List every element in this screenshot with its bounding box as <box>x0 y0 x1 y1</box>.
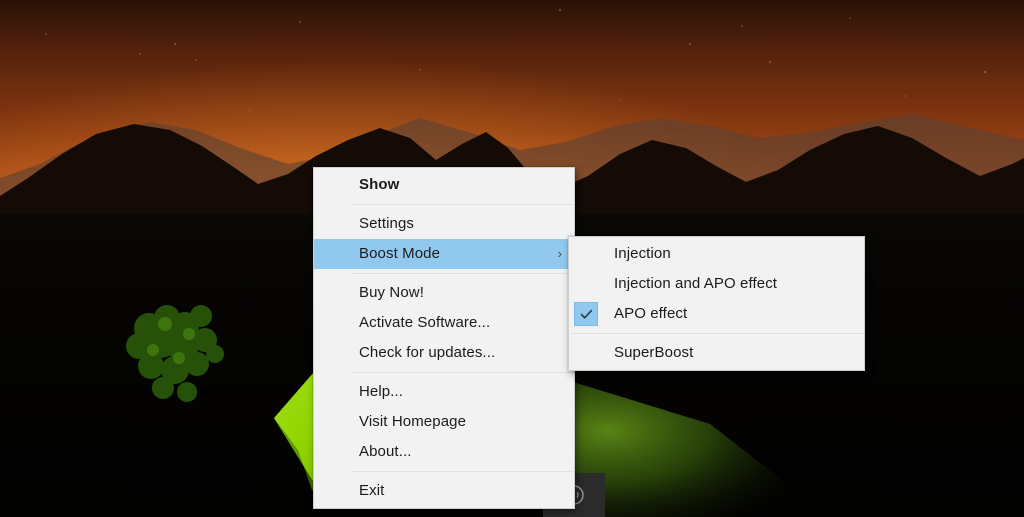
submenu-item-injection-and-apo-effect[interactable]: Injection and APO effect <box>569 269 864 299</box>
menu-item-label: Visit Homepage <box>359 413 467 430</box>
tray-context-menu[interactable]: Show Settings Boost Mode › Buy Now! Acti… <box>313 167 575 509</box>
menu-item-label: Show <box>359 176 400 193</box>
menu-item-exit[interactable]: Exit <box>314 476 574 506</box>
menu-item-label: Injection <box>614 245 671 262</box>
submenu-separator <box>570 333 864 334</box>
menu-item-label: Buy Now! <box>359 284 424 301</box>
menu-item-help[interactable]: Help... <box>314 377 574 407</box>
menu-item-buy-now[interactable]: Buy Now! <box>314 278 574 308</box>
menu-item-label: About... <box>359 443 412 460</box>
menu-separator <box>351 273 574 274</box>
chevron-right-icon: › <box>557 246 562 261</box>
menu-item-about[interactable]: About... <box>314 437 574 467</box>
check-icon <box>574 302 598 326</box>
menu-separator <box>351 372 574 373</box>
boost-mode-submenu[interactable]: Injection Injection and APO effect APO e… <box>568 236 865 371</box>
submenu-item-apo-effect[interactable]: APO effect <box>569 299 864 329</box>
menu-item-show[interactable]: Show <box>314 170 574 200</box>
menu-item-settings[interactable]: Settings <box>314 209 574 239</box>
menu-item-activate-software[interactable]: Activate Software... <box>314 308 574 338</box>
menu-item-label: Settings <box>359 215 414 232</box>
desktop-screen: Show Settings Boost Mode › Buy Now! Acti… <box>0 0 1024 517</box>
illuminated-grass <box>560 378 830 517</box>
menu-item-boost-mode[interactable]: Boost Mode › <box>314 239 574 269</box>
menu-item-visit-homepage[interactable]: Visit Homepage <box>314 407 574 437</box>
menu-item-label: Activate Software... <box>359 314 491 331</box>
menu-item-label: APO effect <box>614 305 688 322</box>
menu-item-label: Exit <box>359 482 385 499</box>
menu-item-label: Check for updates... <box>359 344 496 361</box>
menu-item-label: Injection and APO effect <box>614 275 778 292</box>
submenu-item-injection[interactable]: Injection <box>569 239 864 269</box>
menu-separator <box>351 204 574 205</box>
submenu-item-superboost[interactable]: SuperBoost <box>569 338 864 368</box>
menu-separator <box>351 471 574 472</box>
menu-item-label: Boost Mode <box>359 245 441 262</box>
menu-item-label: Help... <box>359 383 404 400</box>
menu-item-label: SuperBoost <box>614 344 694 361</box>
menu-item-check-for-updates[interactable]: Check for updates... <box>314 338 574 368</box>
